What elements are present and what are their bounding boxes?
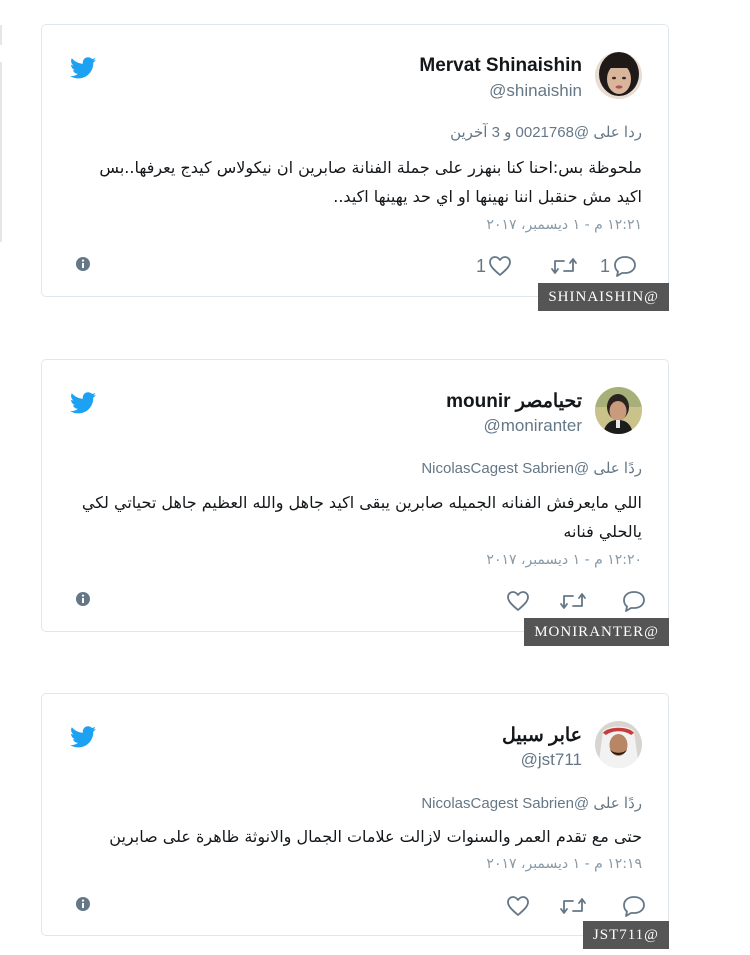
- like-button[interactable]: [502, 588, 530, 614]
- retweet-icon: [551, 258, 577, 274]
- reply-button[interactable]: [617, 588, 647, 614]
- twitter-bird-icon[interactable]: [70, 57, 96, 79]
- tweet-actions: [42, 893, 668, 919]
- twitter-bird-icon[interactable]: [70, 726, 96, 748]
- reply-icon: [623, 591, 645, 612]
- username-tag: SHINAISHIN@: [538, 283, 669, 311]
- tweet-text: ملحوظة بس:احنا كنا بنهزر على جملة الفنان…: [99, 158, 642, 206]
- tweet-card[interactable]: عابر سبيل @jst711 ردًا على @NicolasCages…: [41, 693, 669, 949]
- twitter-bird-icon[interactable]: [70, 392, 96, 414]
- reply-context[interactable]: ردًا على @NicolasCagest Sabrien: [421, 459, 642, 477]
- reply-icon: [614, 256, 636, 277]
- heart-icon: [489, 256, 511, 276]
- left-edge-mark: [0, 62, 2, 242]
- retweet-button[interactable]: [559, 893, 587, 919]
- like-button[interactable]: 1: [474, 253, 512, 279]
- tweet-actions: 1 1: [42, 253, 668, 279]
- avatar[interactable]: [595, 52, 642, 99]
- avatar[interactable]: [595, 387, 642, 434]
- tweet-text: اللي مايعرفش الفنانه الجميله صابرين يبقى…: [81, 493, 642, 541]
- user-display-name[interactable]: Mervat Shinaishin: [419, 55, 582, 77]
- user-display-name[interactable]: mounir تحيامصر: [446, 390, 582, 413]
- reply-context[interactable]: ردًا على @NicolasCagest Sabrien: [421, 794, 642, 812]
- user-handle[interactable]: @moniranter: [483, 416, 582, 436]
- tweet-timestamp[interactable]: ١٢:١٩ م - ١ ديسمبر، ٢٠١٧: [486, 856, 642, 872]
- like-button[interactable]: [502, 893, 530, 919]
- left-edge-mark: [0, 25, 2, 45]
- tweet-card[interactable]: mounir تحيامصر @moniranter ردًا على @Nic…: [41, 359, 669, 646]
- username-tag: JST711@: [582, 921, 669, 949]
- reply-count: 1: [600, 255, 611, 276]
- info-icon[interactable]: [75, 256, 91, 272]
- tweet-text: حتى مع تقدم العمر والسنوات لازالت علامات…: [109, 827, 642, 846]
- info-icon[interactable]: [75, 591, 91, 607]
- retweet-button[interactable]: [550, 253, 578, 279]
- retweet-icon: [560, 593, 586, 609]
- user-display-name[interactable]: عابر سبيل: [502, 724, 582, 747]
- info-icon[interactable]: [75, 896, 91, 912]
- tweet-actions: [42, 588, 668, 614]
- username-tag: MONIRANTER@: [524, 618, 669, 646]
- reply-icon: [623, 896, 645, 917]
- retweet-icon: [560, 898, 586, 914]
- reply-button[interactable]: 1: [598, 253, 638, 279]
- tweet-timestamp[interactable]: ١٢:٢٠ م - ١ ديسمبر، ٢٠١٧: [486, 552, 642, 568]
- user-handle[interactable]: @jst711: [521, 750, 582, 770]
- tweet-timestamp[interactable]: ١٢:٢١ م - ١ ديسمبر، ٢٠١٧: [486, 217, 642, 233]
- reply-button[interactable]: [617, 893, 647, 919]
- heart-icon: [507, 591, 529, 611]
- user-handle[interactable]: @shinaishin: [489, 81, 582, 101]
- reply-context[interactable]: ردا على @0021768 و 3 آخرين: [450, 123, 642, 141]
- avatar[interactable]: [595, 721, 642, 768]
- tweet-card[interactable]: Mervat Shinaishin @shinaishin ردا على @0…: [41, 24, 669, 311]
- heart-icon: [507, 896, 529, 916]
- like-count: 1: [476, 255, 487, 276]
- retweet-button[interactable]: [559, 588, 587, 614]
